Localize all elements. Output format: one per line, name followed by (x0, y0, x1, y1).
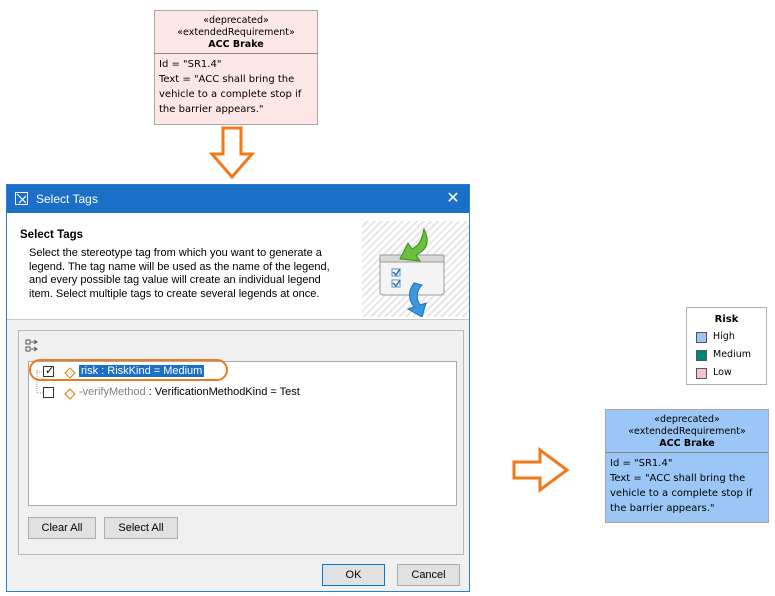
requirement-text-3: the barrier appears." (159, 104, 264, 115)
legend-swatch-medium (696, 350, 707, 361)
requirement-text-3: the barrier appears." (610, 503, 715, 514)
requirement-text-1: Text = "ACC shall bring the (159, 74, 295, 85)
requirement-body: Id = "SR1.4" Text = "ACC shall bring the… (606, 453, 768, 519)
stereotype-deprecated: «deprecated» (654, 414, 720, 425)
requirement-body: Id = "SR1.4" Text = "ACC shall bring the… (155, 54, 317, 120)
stereotype-extended-requirement: «extendedRequirement» (628, 426, 746, 437)
tag-property-icon (64, 388, 76, 400)
dialog-title: Select Tags (36, 192, 98, 206)
banner-illustration-icon (362, 221, 469, 317)
risk-legend[interactable]: Risk High Medium Low (686, 307, 767, 385)
verify-method-checkbox[interactable] (43, 387, 54, 398)
clear-all-button[interactable]: Clear All (28, 517, 96, 539)
verify-method-tag-name: -verifyMethod (79, 386, 146, 398)
tag-tree: ✓ risk : RiskKind = Medium -verifyMethod… (28, 361, 457, 506)
requirement-text-2: vehicle to a complete stop if (159, 89, 302, 100)
dialog-banner: Select Tags Select the stereotype tag fr… (7, 213, 469, 320)
legend-label-high: High (713, 331, 735, 342)
tree-row-verify-method[interactable]: -verifyMethod : VerificationMethodKind =… (29, 370, 456, 402)
requirement-block-colored[interactable]: «deprecated» «extendedRequirement» ACC B… (605, 409, 769, 523)
legend-label-medium: Medium (713, 349, 751, 360)
stereotype-deprecated: «deprecated» (203, 15, 269, 26)
requirement-name: ACC Brake (208, 39, 264, 50)
selection-highlight (29, 359, 228, 381)
ok-button[interactable]: OK (322, 564, 385, 586)
requirement-header: «deprecated» «extendedRequirement» ACC B… (606, 410, 768, 453)
legend-title: Risk (714, 314, 739, 325)
requirement-text-2: vehicle to a complete stop if (610, 488, 753, 499)
verify-method-tag-label[interactable]: -verifyMethod : VerificationMethodKind =… (79, 386, 300, 398)
requirement-id: Id = "SR1.4" (610, 458, 673, 469)
stereotype-extended-requirement: «extendedRequirement» (177, 27, 295, 38)
close-icon[interactable]: ✕ (443, 189, 463, 209)
down-arrow-icon (209, 126, 255, 180)
banner-heading: Select Tags (20, 229, 84, 241)
requirement-header: «deprecated» «extendedRequirement» ACC B… (155, 11, 317, 54)
legend-label-low: Low (713, 367, 732, 378)
cancel-button[interactable]: Cancel (397, 564, 460, 586)
requirement-id: Id = "SR1.4" (159, 59, 222, 70)
requirement-name: ACC Brake (659, 438, 715, 449)
app-icon (15, 192, 28, 205)
legend-swatch-high (696, 332, 707, 343)
select-all-button[interactable]: Select All (104, 517, 178, 539)
select-tags-dialog: Select Tags ✕ Select Tags Select the ste… (6, 184, 470, 592)
verify-method-tag-type: : VerificationMethodKind = (145, 386, 280, 398)
legend-swatch-low (696, 368, 707, 379)
banner-description: Select the stereotype tag from which you… (29, 247, 330, 300)
expand-collapse-icon[interactable] (25, 339, 39, 353)
verify-method-tag-value: Test (279, 386, 300, 398)
right-arrow-icon (512, 447, 570, 493)
requirement-text-1: Text = "ACC shall bring the (610, 473, 746, 484)
dialog-titlebar[interactable]: Select Tags ✕ (7, 185, 469, 213)
requirement-block-original[interactable]: «deprecated» «extendedRequirement» ACC B… (154, 10, 318, 125)
